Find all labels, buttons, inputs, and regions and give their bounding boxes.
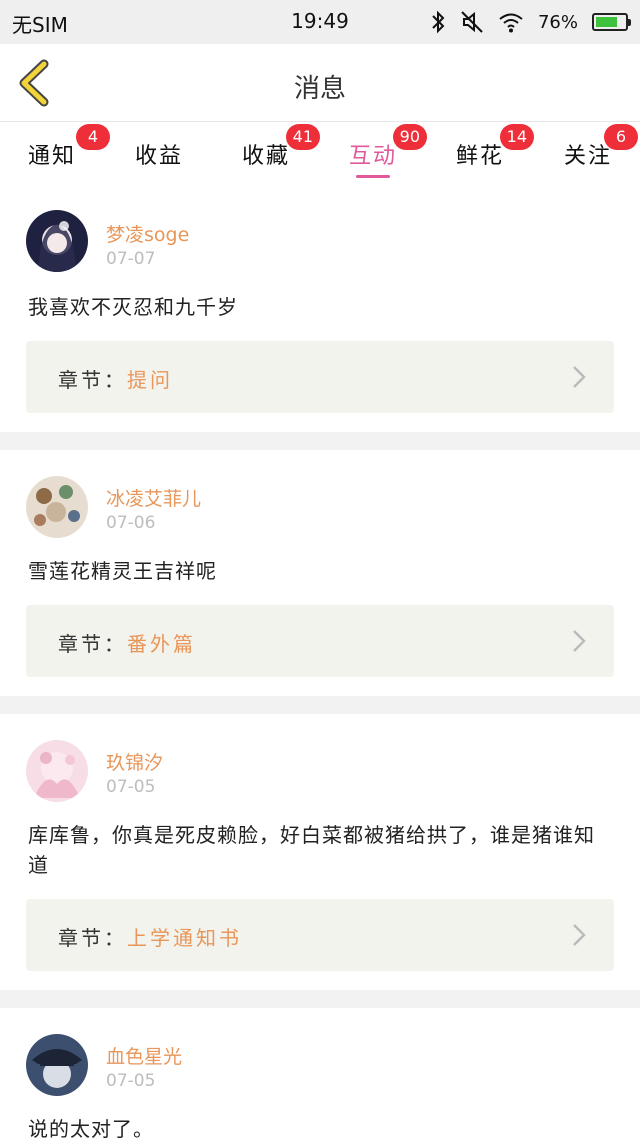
username[interactable]: 血色星光 [106,1042,182,1069]
battery-percent: 76% [537,11,578,33]
divider [0,432,640,450]
tab-label: 收益 [134,144,183,169]
chapter-link[interactable]: 章节：番外篇 [26,605,614,677]
tab-notify[interactable]: 通知 4 [12,124,110,180]
tab-earnings[interactable]: 收益 [119,132,199,180]
wifi-icon [498,11,524,33]
nav-header: 消息 [0,44,640,122]
tab-active-indicator [356,175,390,178]
avatar[interactable] [26,476,88,538]
tab-badge: 4 [76,124,110,150]
tab-badge: 14 [499,124,534,150]
comment-text: 说的太对了。 [28,1117,154,1138]
status-bar: 无SIM 19:49 76% [0,0,640,44]
chevron-right-icon [573,366,586,388]
tab-flowers[interactable]: 鲜花 14 [440,124,534,180]
divider [0,990,640,1008]
comment-text: 库库鲁，你真是死皮赖脸，好白菜都被猪给拱了，谁是猪谁知道 [28,823,595,877]
chapter-name: 提问 [127,368,173,392]
bluetooth-icon [430,10,446,34]
chapter-name: 番外篇 [127,632,196,656]
chapter-link[interactable]: 章节：提问 [26,341,614,413]
username[interactable]: 冰凌艾菲儿 [106,484,201,511]
chapter-prefix: 章节： [58,926,127,950]
list-item: 冰凌艾菲儿 07-06 雪莲花精灵王吉祥呢 章节：番外篇 [0,450,640,696]
tab-badge: 6 [604,124,638,150]
list-item: 血色星光 07-05 说的太对了。 [0,1008,640,1138]
tab-badge: 90 [392,124,427,150]
chapter-link[interactable]: 章节：上学通知书 [26,899,614,971]
list-item: 玖锦汐 07-05 库库鲁，你真是死皮赖脸，好白菜都被猪给拱了，谁是猪谁知道 章… [0,714,640,990]
username[interactable]: 玖锦汐 [106,748,163,775]
comment-text: 雪莲花精灵王吉祥呢 [28,559,217,583]
post-date: 07-05 [106,777,156,797]
tab-follow[interactable]: 关注 6 [548,124,638,180]
post-date: 07-06 [106,513,156,533]
chapter-label: 章节：番外篇 [58,628,196,657]
avatar[interactable] [26,740,88,802]
status-icons: 76% [430,8,631,36]
chapter-label: 章节：上学通知书 [58,922,242,951]
battery-icon [592,13,631,31]
post-date: 07-07 [106,249,156,269]
page-title: 消息 [293,74,346,104]
post-date: 07-05 [106,1071,156,1091]
avatar[interactable] [26,210,88,272]
tab-badge: 41 [285,124,320,150]
divider [0,696,640,714]
chevron-right-icon [573,924,586,946]
chapter-name: 上学通知书 [127,926,242,950]
comment-text: 我喜欢不灭忍和九千岁 [28,295,238,319]
list-item: 梦凌soge 07-07 我喜欢不灭忍和九千岁 章节：提问 [0,182,640,432]
chapter-prefix: 章节： [58,368,127,392]
tab-interaction[interactable]: 互动 90 [333,124,427,180]
avatar[interactable] [26,1034,88,1096]
chapter-label: 章节：提问 [58,364,173,393]
chapter-prefix: 章节： [58,632,127,656]
tab-favorites[interactable]: 收藏 41 [226,124,320,180]
username[interactable]: 梦凌soge [106,220,189,247]
mute-icon [460,10,484,34]
chevron-right-icon [573,630,586,652]
battery-fill [596,17,618,27]
tab-bar: 通知 4 收益 收藏 41 互动 90 鲜花 14 关注 6 [0,122,640,182]
